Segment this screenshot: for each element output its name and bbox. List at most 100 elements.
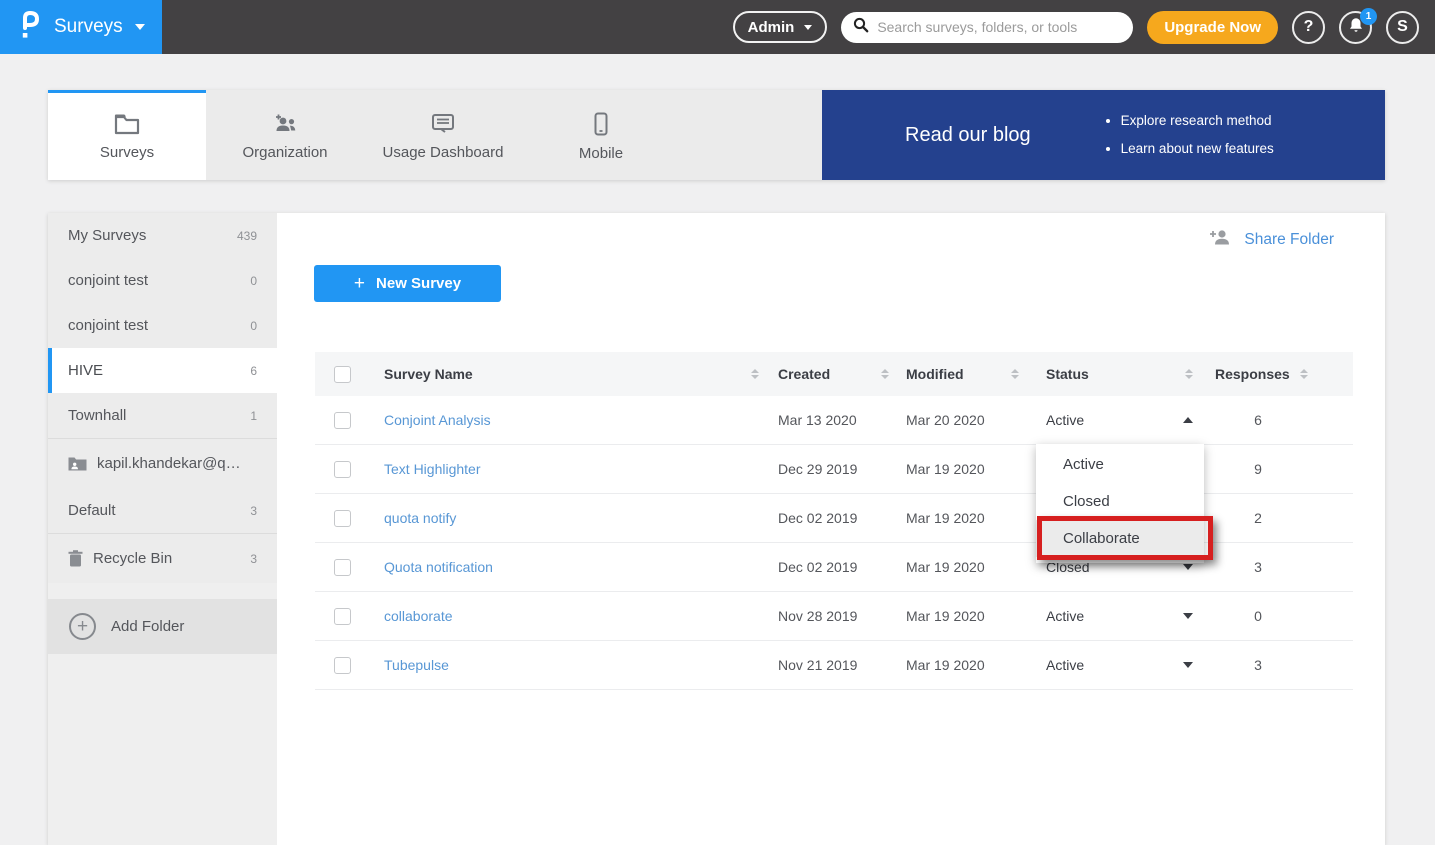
row-checkbox[interactable]	[334, 559, 351, 576]
column-label: Created	[778, 366, 830, 382]
survey-link[interactable]: Conjoint Analysis	[384, 412, 491, 428]
tab-usage-dashboard[interactable]: Usage Dashboard	[364, 90, 522, 180]
upgrade-now-button[interactable]: Upgrade Now	[1147, 11, 1278, 44]
column-header-modified[interactable]: Modified	[893, 366, 1023, 382]
folder-label: My Surveys	[68, 227, 227, 244]
trash-icon	[68, 550, 83, 567]
sort-icon[interactable]	[1011, 369, 1019, 379]
banner-title: Read our blog	[905, 124, 1031, 147]
folder-label: conjoint test	[68, 272, 240, 289]
sidebar-item-recycle-bin[interactable]: Recycle Bin 3	[48, 533, 277, 583]
status-option-closed[interactable]: Closed	[1036, 483, 1204, 520]
help-button[interactable]: ?	[1292, 11, 1325, 44]
column-header-responses[interactable]: Responses	[1203, 366, 1353, 382]
folder-label: conjoint test	[68, 317, 240, 334]
caret-down-icon	[1183, 613, 1193, 619]
survey-link[interactable]: Text Highlighter	[384, 461, 481, 477]
top-bar: Surveys Admin Upgrade Now ? 1 S	[0, 0, 1435, 54]
created-date: Dec 29 2019	[765, 461, 893, 477]
column-header-survey-name[interactable]: Survey Name	[369, 366, 765, 382]
row-checkbox[interactable]	[334, 657, 351, 674]
tab-organization[interactable]: Organization	[206, 90, 364, 180]
tab-surveys[interactable]: Surveys	[48, 90, 206, 180]
status-dropdown-trigger[interactable]: Active	[1023, 657, 1203, 673]
folder-count: 1	[250, 409, 257, 423]
modified-date: Mar 19 2020	[893, 510, 1023, 526]
modified-date: Mar 19 2020	[893, 608, 1023, 624]
column-label: Survey Name	[384, 366, 473, 382]
responses-count: 3	[1203, 559, 1353, 575]
survey-link[interactable]: quota notify	[384, 510, 456, 526]
questionpro-logo-icon	[18, 9, 42, 46]
tab-mobile[interactable]: Mobile	[522, 90, 680, 180]
column-header-status[interactable]: Status	[1023, 366, 1203, 382]
sidebar-item-shared-account[interactable]: kapil.khandekar@que…	[48, 438, 277, 488]
sidebar-item-my-surveys[interactable]: My Surveys 439	[48, 213, 277, 258]
global-search[interactable]	[841, 12, 1133, 43]
sidebar-item-townhall[interactable]: Townhall 1	[48, 393, 277, 438]
caret-down-icon	[1183, 564, 1193, 570]
row-checkbox[interactable]	[334, 510, 351, 527]
row-checkbox[interactable]	[334, 412, 351, 429]
tab-label: Surveys	[100, 144, 154, 161]
status-dropdown-trigger[interactable]: Active	[1023, 412, 1203, 428]
status-option-collaborate[interactable]: Collaborate	[1036, 520, 1204, 557]
folder-count: 6	[250, 364, 257, 378]
add-folder-button[interactable]: + Add Folder	[48, 599, 277, 654]
new-survey-label: New Survey	[376, 275, 461, 292]
responses-count: 3	[1203, 657, 1353, 673]
status-dropdown-trigger[interactable]: Active	[1023, 608, 1203, 624]
column-label: Modified	[906, 366, 964, 382]
brand-menu-label: Surveys	[54, 16, 123, 38]
sort-icon[interactable]	[881, 369, 889, 379]
banner-bullet-list: Explore research method Learn about new …	[1103, 107, 1274, 164]
table-row: collaborate Nov 28 2019 Mar 19 2020 Acti…	[315, 592, 1353, 641]
folder-icon	[114, 113, 140, 135]
survey-link[interactable]: Quota notification	[384, 559, 493, 575]
blog-banner[interactable]: Read our blog Explore research method Le…	[822, 90, 1385, 180]
tab-label: Organization	[242, 144, 327, 161]
share-folder-button[interactable]: Share Folder	[1208, 228, 1334, 251]
sidebar-item-default[interactable]: Default 3	[48, 488, 277, 533]
sidebar-item-hive[interactable]: HIVE 6	[48, 348, 277, 393]
responses-count: 2	[1203, 510, 1353, 526]
caret-down-icon	[1183, 662, 1193, 668]
created-date: Mar 13 2020	[765, 412, 893, 428]
search-input[interactable]	[877, 19, 1121, 35]
survey-link[interactable]: collaborate	[384, 608, 453, 624]
admin-menu-button[interactable]: Admin	[733, 11, 828, 43]
sort-icon[interactable]	[1300, 369, 1308, 379]
notifications-button[interactable]: 1	[1339, 11, 1372, 44]
new-survey-button[interactable]: + New Survey	[314, 265, 501, 302]
survey-link[interactable]: Tubepulse	[384, 657, 449, 673]
share-folder-label: Share Folder	[1244, 231, 1334, 249]
table-header-row: Survey Name Created Modified Status Resp…	[315, 352, 1353, 396]
column-header-created[interactable]: Created	[765, 366, 893, 382]
table-row: Tubepulse Nov 21 2019 Mar 19 2020 Active…	[315, 641, 1353, 690]
admin-menu-label: Admin	[748, 19, 795, 36]
column-label: Responses	[1215, 366, 1290, 382]
account-avatar[interactable]: S	[1386, 11, 1419, 44]
search-icon	[853, 17, 869, 38]
folder-count: 3	[250, 552, 257, 566]
row-checkbox[interactable]	[334, 608, 351, 625]
sidebar-item-conjoint-test-2[interactable]: conjoint test 0	[48, 303, 277, 348]
created-date: Nov 21 2019	[765, 657, 893, 673]
sort-icon[interactable]	[1185, 369, 1193, 379]
question-mark-icon: ?	[1304, 18, 1314, 36]
column-label: Status	[1046, 366, 1089, 382]
chevron-down-icon	[135, 24, 145, 30]
folder-count: 439	[237, 229, 257, 243]
banner-bullet: Learn about new features	[1121, 135, 1274, 163]
folder-label: kapil.khandekar@que…	[97, 455, 247, 472]
module-tabs: Surveys Organization Usage Dashboard Mob…	[48, 90, 822, 180]
status-option-active[interactable]: Active	[1036, 446, 1204, 483]
sort-icon[interactable]	[751, 369, 759, 379]
row-checkbox[interactable]	[334, 461, 351, 478]
brand-menu[interactable]: Surveys	[0, 0, 162, 54]
tab-label: Usage Dashboard	[383, 144, 504, 161]
sidebar-item-conjoint-test-1[interactable]: conjoint test 0	[48, 258, 277, 303]
select-all-checkbox[interactable]	[334, 366, 351, 383]
avatar-initial: S	[1397, 18, 1408, 36]
folder-label: Default	[68, 502, 240, 519]
